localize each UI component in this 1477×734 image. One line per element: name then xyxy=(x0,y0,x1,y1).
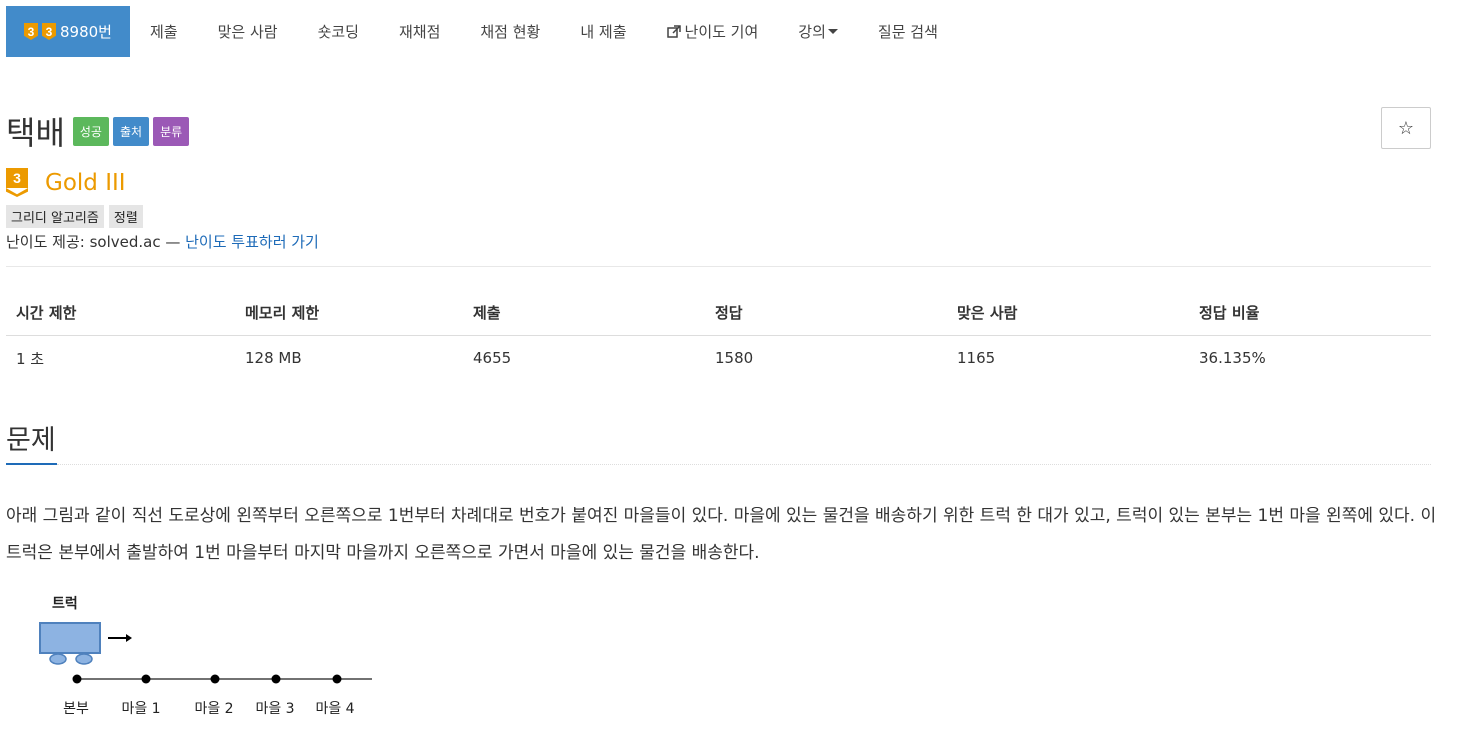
favorite-star-button[interactable]: ☆ xyxy=(1381,107,1431,149)
problem-id-label: 8980번 xyxy=(60,23,112,41)
tag-sorting[interactable]: 정렬 xyxy=(108,205,143,228)
problem-header: 택배 성공 출처 분류 xyxy=(6,108,193,154)
vote-difficulty-link[interactable]: 난이도 투표하러 가기 xyxy=(185,233,319,251)
truck-label: 트럭 xyxy=(52,596,78,612)
section-underline xyxy=(6,463,57,465)
header-accepted-users: 맞은 사람 xyxy=(947,290,1189,336)
caret-down-icon xyxy=(827,29,838,34)
section-divider xyxy=(57,464,1431,466)
problem-description: 아래 그림과 같이 직선 도로상에 왼쪽부터 오른쪽으로 1번부터 차례대로 번… xyxy=(6,506,1437,563)
tier-gold-icon: 3 xyxy=(6,168,28,198)
stop-label-4: 마을 4 xyxy=(315,701,354,717)
external-link-icon xyxy=(666,24,681,38)
nav-rejudge[interactable]: 재채점 xyxy=(379,6,460,57)
provider-text: 난이도 제공: solved.ac — xyxy=(6,233,186,251)
nav-lectures-dropdown[interactable]: 강의 xyxy=(778,6,858,57)
label-category[interactable]: 분류 xyxy=(153,116,190,146)
tag-greedy[interactable]: 그리디 알고리즘 xyxy=(6,205,104,228)
tier-badge-icon: 3 xyxy=(24,23,38,40)
arrow-right-icon xyxy=(108,634,132,642)
nav-difficulty-label: 난이도 기여 xyxy=(684,23,759,41)
nav-question-search[interactable]: 질문 검색 xyxy=(858,6,958,57)
header-time-limit: 시간 제한 xyxy=(6,290,235,336)
value-memory-limit: 128 MB xyxy=(245,349,302,367)
value-time-limit: 1 초 xyxy=(16,349,45,368)
label-success[interactable]: 성공 xyxy=(72,116,109,146)
level-text: Gold III xyxy=(45,170,126,196)
value-accept-ratio: 36.135% xyxy=(1199,349,1266,367)
header-memory-limit: 메모리 제한 xyxy=(235,290,463,336)
nav-my-submissions[interactable]: 내 제출 xyxy=(560,6,646,57)
header-accept-ratio: 정답 비율 xyxy=(1189,290,1431,336)
nav-status[interactable]: 채점 현황 xyxy=(460,6,560,57)
header-accepted: 정답 xyxy=(705,290,947,336)
label-source[interactable]: 출처 xyxy=(112,116,150,146)
stop-label-3: 마을 3 xyxy=(255,701,294,717)
header-submissions: 제출 xyxy=(463,290,705,336)
stop-label-hq: 본부 xyxy=(63,701,89,717)
nav-submit[interactable]: 제출 xyxy=(130,6,198,57)
algorithm-tags: 그리디 알고리즘 정렬 xyxy=(6,205,148,228)
problem-nav: 3 3 8980번 제출 맞은 사람 숏코딩 재채점 채점 현황 내 제출 난이… xyxy=(6,6,958,57)
divider xyxy=(6,266,1431,267)
nav-difficulty-contribution[interactable]: 난이도 기여 xyxy=(647,6,779,57)
chevron-icon xyxy=(6,188,28,197)
nav-lectures-label: 강의 xyxy=(798,23,826,41)
tier-digit: 3 xyxy=(6,168,28,188)
value-accepted: 1580 xyxy=(715,349,754,367)
stop-dot xyxy=(332,674,342,684)
difficulty-provider: 난이도 제공: solved.ac — 난이도 투표하러 가기 xyxy=(6,231,319,252)
stop-dot xyxy=(141,674,151,684)
problem-level: 3 Gold III xyxy=(6,168,126,198)
value-submissions: 4655 xyxy=(473,349,512,367)
problem-title: 택배 xyxy=(6,114,65,152)
truck-route-diagram: 트럭 본부 마을 1 마을 2 마을 3 마을 4 xyxy=(39,596,372,717)
tier-badge-icon: 3 xyxy=(42,23,56,40)
stop-label-2: 마을 2 xyxy=(194,701,233,717)
table-header-row: 시간 제한 메모리 제한 제출 정답 맞은 사람 정답 비율 xyxy=(6,290,1431,336)
section-title: 문제 xyxy=(6,425,56,456)
table-row: 1 초 128 MB 4655 1580 1165 36.135% xyxy=(6,336,1431,381)
problem-info-table: 시간 제한 메모리 제한 제출 정답 맞은 사람 정답 비율 1 초 128 M… xyxy=(6,290,1431,380)
value-accepted-users: 1165 xyxy=(957,349,996,367)
nav-accepted-users[interactable]: 맞은 사람 xyxy=(198,6,298,57)
problem-tab[interactable]: 3 3 8980번 xyxy=(6,6,130,57)
truck-icon xyxy=(39,622,101,665)
stop-dot xyxy=(72,674,82,684)
stop-dot xyxy=(210,674,220,684)
nav-short-coding[interactable]: 숏코딩 xyxy=(298,6,379,57)
stop-label-1: 마을 1 xyxy=(121,701,160,717)
stop-dot xyxy=(271,674,281,684)
